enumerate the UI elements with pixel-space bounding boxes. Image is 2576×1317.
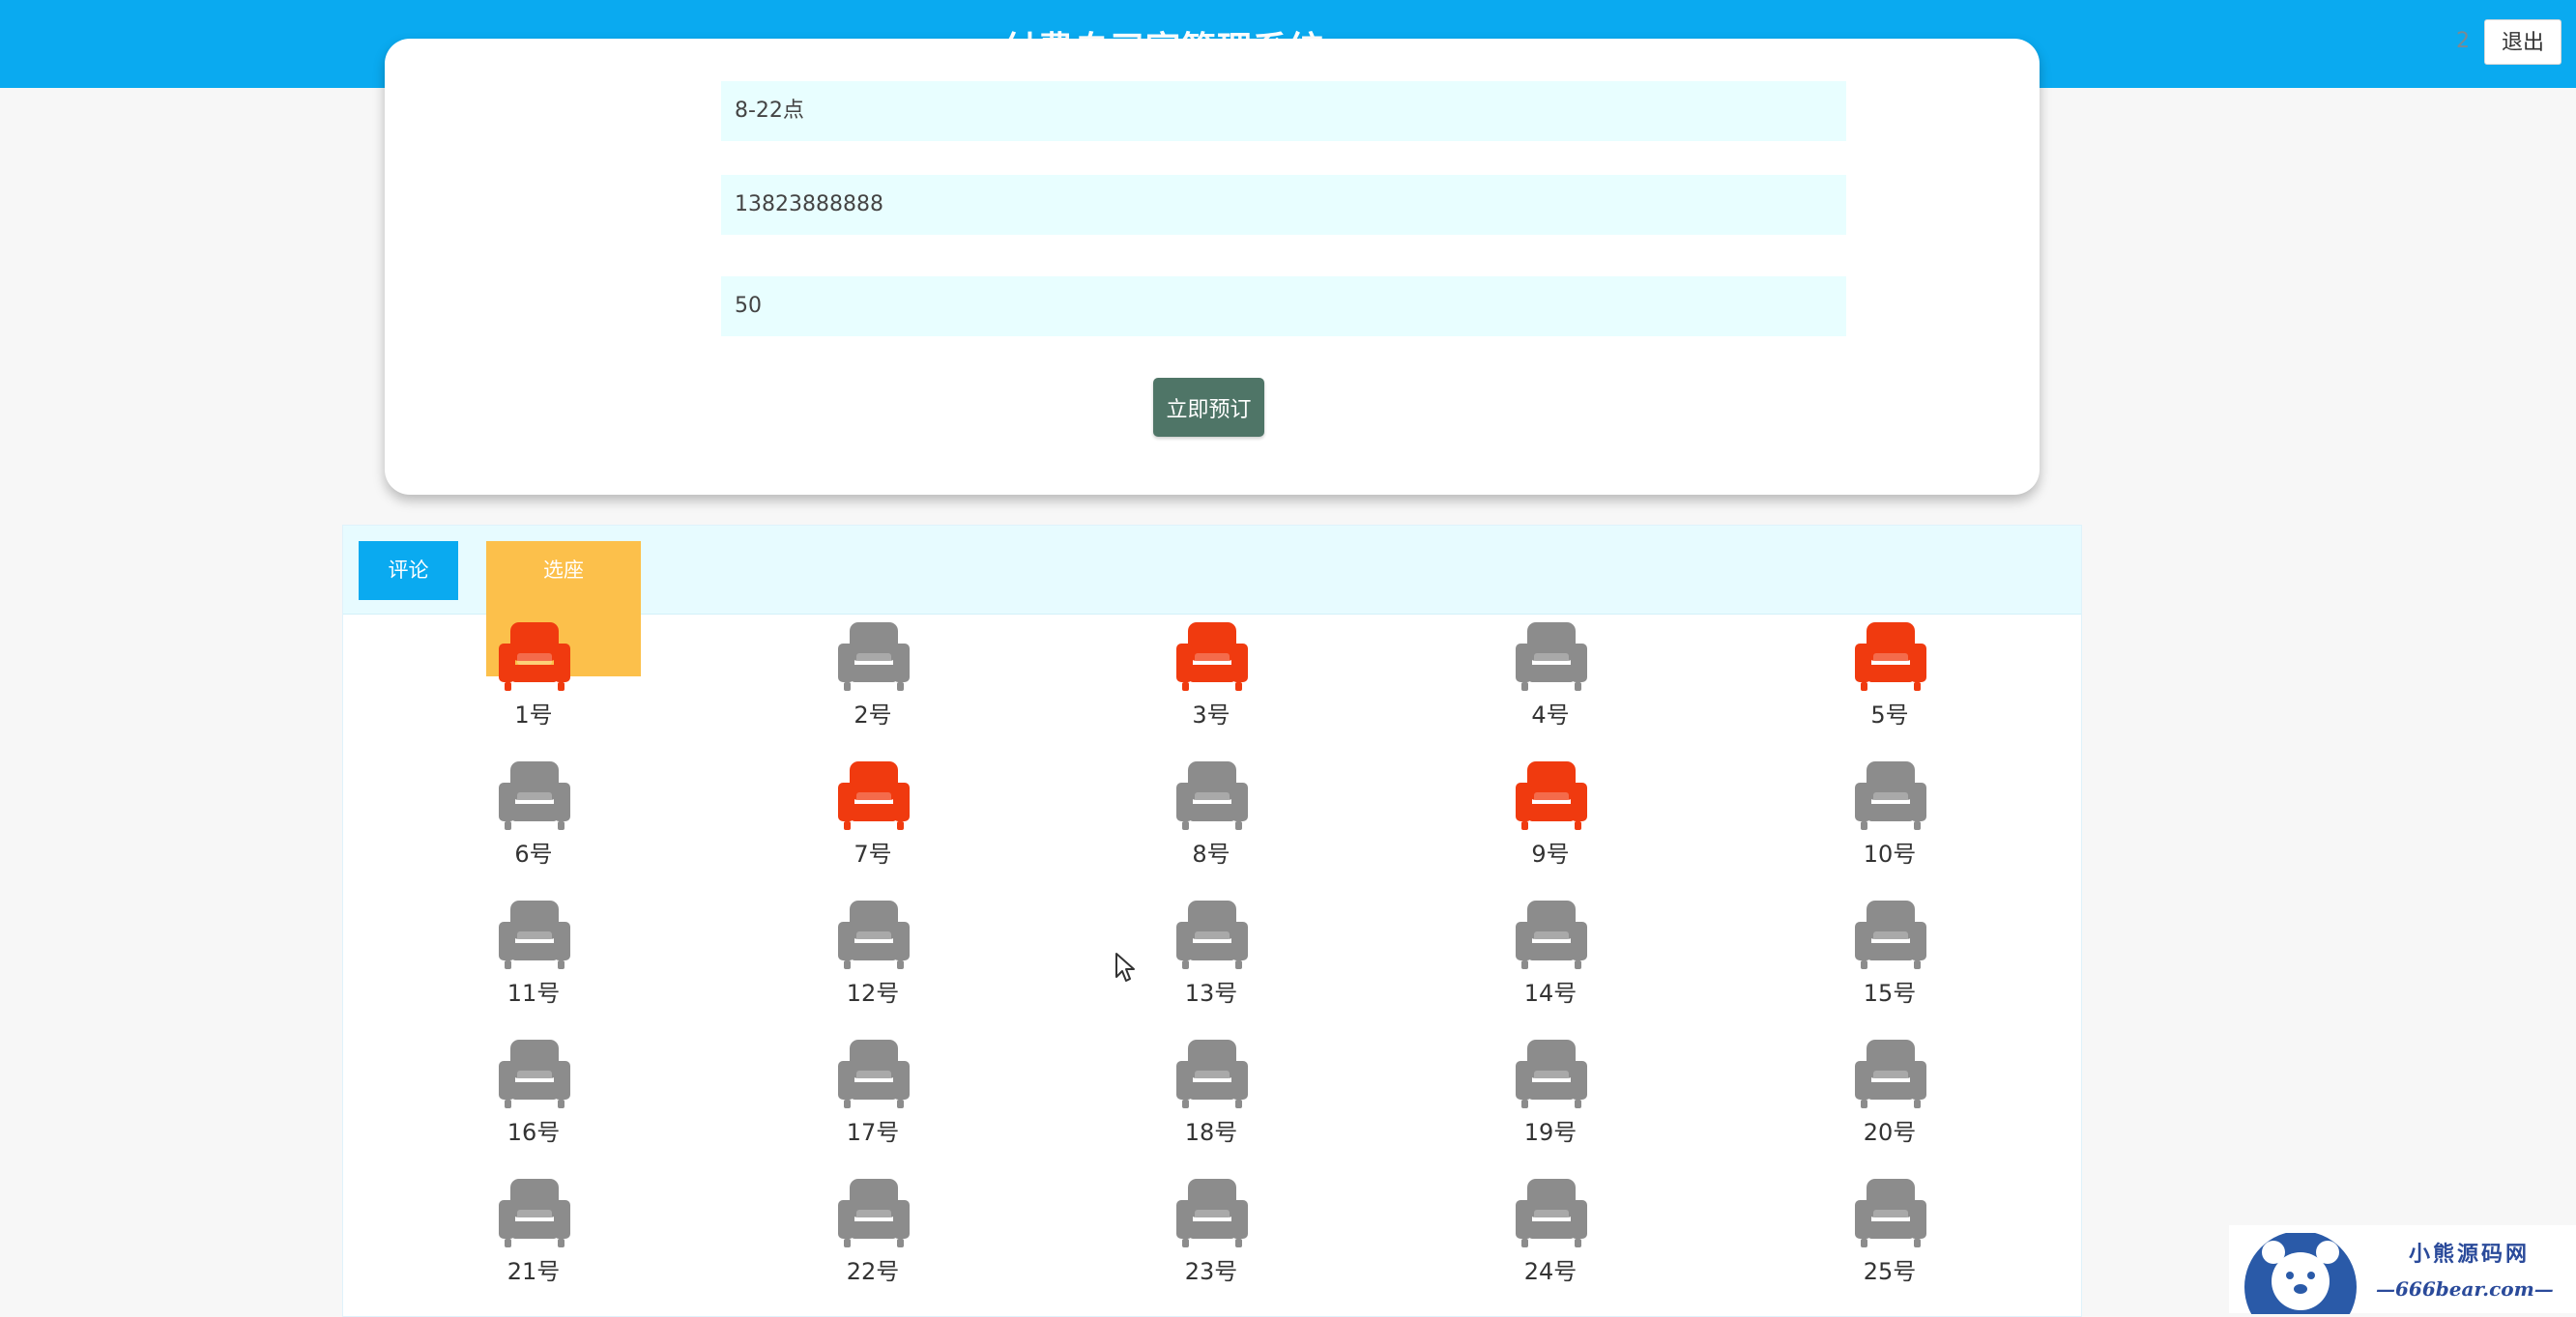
armchair-icon: [1516, 622, 1587, 691]
seat-label: 23号: [1184, 1258, 1238, 1285]
armchair-icon: [1176, 761, 1248, 830]
seat-label: 17号: [846, 1119, 900, 1146]
seat-label: 12号: [846, 980, 900, 1007]
seat-1[interactable]: 1号: [456, 615, 611, 750]
seat-label: 3号: [1192, 701, 1230, 729]
armchair-icon: [838, 901, 910, 969]
seat-label: 19号: [1523, 1119, 1577, 1146]
seat-label: 2号: [854, 701, 892, 729]
seat-label: 20号: [1863, 1119, 1917, 1146]
seat-label: 15号: [1863, 980, 1917, 1007]
armchair-icon: [1516, 1040, 1587, 1108]
logout-button[interactable]: 退出: [2484, 19, 2562, 65]
seat-19[interactable]: 19号: [1473, 1032, 1628, 1167]
armchair-icon: [1176, 622, 1248, 691]
bear-logo-icon: [2244, 1233, 2357, 1314]
seat-9[interactable]: 9号: [1473, 754, 1628, 889]
seat-4[interactable]: 4号: [1473, 615, 1628, 750]
seat-label: 16号: [507, 1119, 561, 1146]
seat-label: 18号: [1184, 1119, 1238, 1146]
armchair-icon: [1176, 901, 1248, 969]
watermark: 小熊源码网 —666bear.com—: [2229, 1225, 2576, 1314]
seat-3[interactable]: 3号: [1134, 615, 1288, 750]
seat-25[interactable]: 25号: [1812, 1171, 1967, 1306]
armchair-icon: [1516, 1179, 1587, 1247]
seat-label: 9号: [1531, 841, 1570, 868]
seat-label: 13号: [1184, 980, 1238, 1007]
armchair-icon: [1176, 1040, 1248, 1108]
current-user: 2: [2456, 29, 2470, 53]
armchair-icon: [1176, 1179, 1248, 1247]
seat-7[interactable]: 7号: [796, 754, 950, 889]
armchair-icon: [838, 761, 910, 830]
seat-13[interactable]: 13号: [1134, 893, 1288, 1028]
tab-comment[interactable]: 评论: [359, 541, 458, 600]
seat-8[interactable]: 8号: [1134, 754, 1288, 889]
book-now-button[interactable]: 立即预订: [1153, 378, 1264, 437]
armchair-icon: [499, 622, 570, 691]
armchair-icon: [1855, 622, 1926, 691]
armchair-icon: [1516, 761, 1587, 830]
seat-label: 1号: [514, 701, 553, 729]
phone-field: 13823888888: [721, 175, 1846, 235]
room-info-card: 开放时间 8-22点 咨询电话 13823888888 座位总数 50 立即预订: [385, 39, 2040, 495]
armchair-icon: [838, 1040, 910, 1108]
open-hours-row: 开放时间 8-22点: [385, 81, 2040, 141]
armchair-icon: [499, 1040, 570, 1108]
seat-5[interactable]: 5号: [1812, 615, 1967, 750]
seat-15[interactable]: 15号: [1812, 893, 1967, 1028]
phone-row: 咨询电话 13823888888: [385, 175, 2040, 235]
armchair-icon: [1516, 901, 1587, 969]
seat-label: 22号: [846, 1258, 900, 1285]
seat-12[interactable]: 12号: [796, 893, 950, 1028]
armchair-icon: [1855, 1179, 1926, 1247]
seat-16[interactable]: 16号: [456, 1032, 611, 1167]
seat-label: 5号: [1870, 701, 1909, 729]
seat-label: 25号: [1863, 1258, 1917, 1285]
total-seats-row: 座位总数 50: [385, 276, 2040, 336]
total-seats-field: 50: [721, 276, 1846, 336]
seat-11[interactable]: 11号: [456, 893, 611, 1028]
armchair-icon: [838, 1179, 910, 1247]
open-hours-field: 8-22点: [721, 81, 1846, 141]
seat-17[interactable]: 17号: [796, 1032, 950, 1167]
seat-label: 10号: [1863, 841, 1917, 868]
seat-24[interactable]: 24号: [1473, 1171, 1628, 1306]
armchair-icon: [838, 622, 910, 691]
seat-label: 24号: [1523, 1258, 1577, 1285]
seat-10[interactable]: 10号: [1812, 754, 1967, 889]
mouse-cursor-icon: [1115, 953, 1135, 982]
seat-label: 11号: [507, 980, 561, 1007]
seat-20[interactable]: 20号: [1812, 1032, 1967, 1167]
seat-14[interactable]: 14号: [1473, 893, 1628, 1028]
tab-bar: 评论 选座: [343, 526, 2081, 676]
seat-18[interactable]: 18号: [1134, 1032, 1288, 1167]
armchair-icon: [499, 901, 570, 969]
seat-21[interactable]: 21号: [456, 1171, 611, 1306]
seat-label: 14号: [1523, 980, 1577, 1007]
armchair-icon: [1855, 761, 1926, 830]
watermark-site: —666bear.com—: [2376, 1277, 2554, 1301]
tab-panel: 评论 选座 1号 2号 3号 4号 5号 6号 7号 8号 9号 10号 11号 12号 13号 14号 1…: [342, 525, 2082, 1317]
armchair-icon: [1855, 1040, 1926, 1108]
seat-label: 7号: [854, 841, 892, 868]
seat-23[interactable]: 23号: [1134, 1171, 1288, 1306]
watermark-name: 小熊源码网: [2409, 1242, 2531, 1267]
seat-22[interactable]: 22号: [796, 1171, 950, 1306]
armchair-icon: [499, 761, 570, 830]
seat-label: 4号: [1531, 701, 1570, 729]
seat-2[interactable]: 2号: [796, 615, 950, 750]
armchair-icon: [1855, 901, 1926, 969]
seat-label: 6号: [514, 841, 553, 868]
armchair-icon: [499, 1179, 570, 1247]
seat-label: 8号: [1192, 841, 1230, 868]
seat-6[interactable]: 6号: [456, 754, 611, 889]
seat-label: 21号: [507, 1258, 561, 1285]
